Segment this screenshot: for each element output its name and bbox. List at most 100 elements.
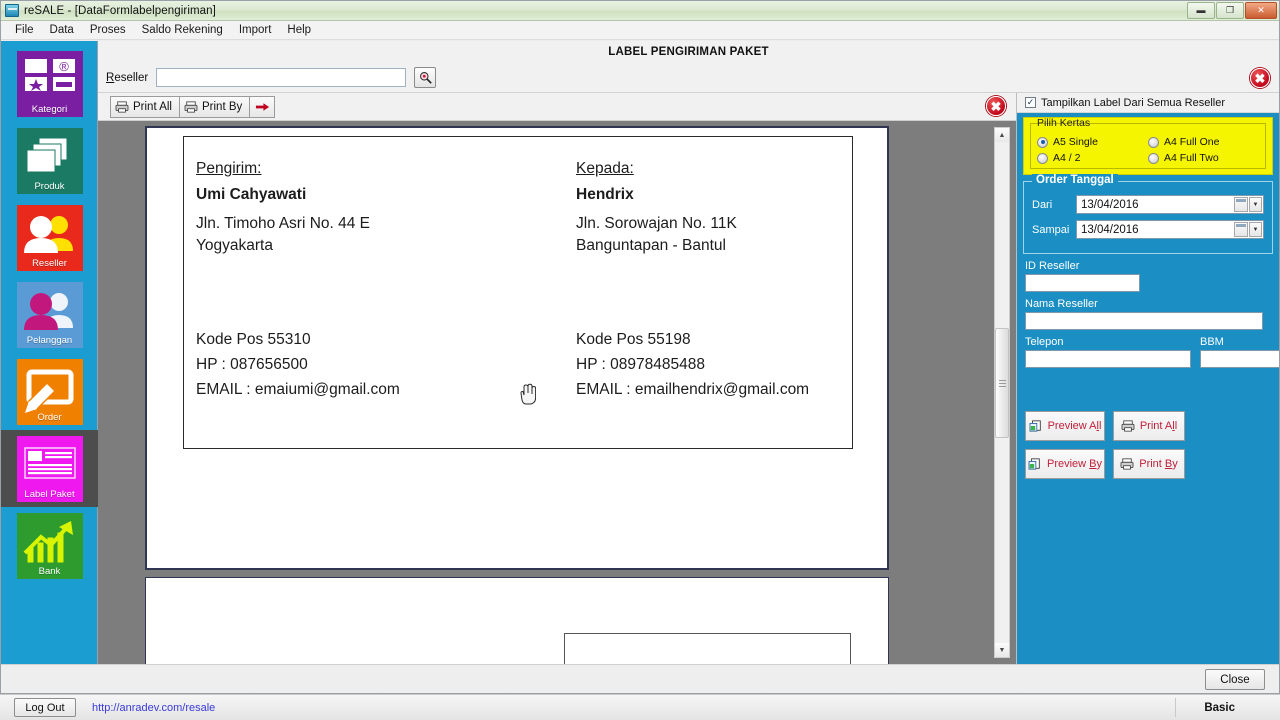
sidebar-item-label: Label Paket <box>24 488 75 500</box>
minimize-button[interactable]: ▬ <box>1187 2 1215 19</box>
preview-pane: Print All Print By ✖ Pengirim: Umi Cahya… <box>98 93 1017 664</box>
radio-a4-full-one[interactable]: A4 Full One <box>1148 136 1259 148</box>
preview-icon <box>1029 420 1041 432</box>
export-button[interactable] <box>249 95 276 118</box>
date-to-label: Sampai <box>1032 223 1070 236</box>
status-bar: Log Out http://anradev.com/resale Basic <box>0 694 1280 720</box>
print-by-toolbar-button[interactable]: Print By <box>179 95 251 118</box>
date-from-field[interactable]: 13/04/2016 ▼ <box>1076 195 1264 214</box>
page-title: LABEL PENGIRIMAN PAKET <box>608 46 769 58</box>
telepon-bbm-labels: Telepon BBM <box>1017 330 1279 350</box>
menu-item-data[interactable]: Data <box>42 22 82 38</box>
menu-item-import[interactable]: Import <box>231 22 280 38</box>
printer-icon <box>1120 458 1134 470</box>
radio-a4-full-two[interactable]: A4 Full Two <box>1148 152 1259 164</box>
menu-item-help[interactable]: Help <box>279 22 319 38</box>
reseller-label: Reseller <box>106 71 149 84</box>
radio-label: A5 Single <box>1053 136 1098 148</box>
print-all-toolbar-button[interactable]: Print All <box>110 95 180 118</box>
sender-phone: HP : 087656500 <box>196 356 308 373</box>
calendar-icon[interactable] <box>1234 222 1248 237</box>
sidebar-item-label-paket[interactable]: Label Paket <box>1 430 98 507</box>
radio-icon[interactable] <box>1148 152 1159 164</box>
preview-scrollbar[interactable]: ▲ ▼ <box>994 127 1010 658</box>
scrollbar-thumb[interactable] <box>995 328 1009 438</box>
bbm-input[interactable] <box>1200 350 1279 368</box>
sidebar-item-produk[interactable]: Produk <box>1 122 98 199</box>
status-divider <box>1175 698 1176 717</box>
preview-by-button[interactable]: Preview By <box>1025 449 1105 479</box>
nama-reseller-input[interactable] <box>1025 312 1263 330</box>
preview-icon <box>1028 458 1040 470</box>
print-all-button[interactable]: Print All <box>1113 411 1185 441</box>
logout-button[interactable]: Log Out <box>14 698 76 717</box>
maximize-button[interactable]: ❐ <box>1216 2 1244 19</box>
menu-item-saldo-rekening[interactable]: Saldo Rekening <box>134 22 231 38</box>
radio-icon[interactable] <box>1037 152 1048 164</box>
printer-icon <box>184 100 198 113</box>
radio-icon[interactable] <box>1037 136 1048 148</box>
screen: reSALE - [DataFormlabelpengiriman] ▬ ❐ ✕… <box>0 0 1280 720</box>
radio-a4-half[interactable]: A4 / 2 <box>1037 152 1148 164</box>
radio-label: A4 Full Two <box>1164 152 1219 164</box>
sidebar-item-label: Order <box>37 411 62 423</box>
sidebar-item-pelanggan[interactable]: Pelanggan <box>1 276 98 353</box>
paper-size-group: Pilih Kertas A5 Single A4 Full One A4 / … <box>1023 117 1273 175</box>
main-window: reSALE - [DataFormlabelpengiriman] ▬ ❐ ✕… <box>0 0 1280 694</box>
order-date-group: Order Tanggal Dari 13/04/2016 ▼ Sampai 1… <box>1023 174 1273 254</box>
sender-block: Pengirim: Umi Cahyawati Jln. Timoho Asri… <box>196 157 526 398</box>
telepon-bbm-inputs <box>1017 350 1279 368</box>
scroll-up-button[interactable]: ▲ <box>995 128 1009 142</box>
show-all-reseller-row[interactable]: ✓ Tampilkan Label Dari Semua Reseller <box>1017 93 1279 113</box>
site-url-link[interactable]: http://anradev.com/resale <box>92 702 215 714</box>
sidebar-item-kategori[interactable]: ® Kategori <box>1 45 98 122</box>
mdi-child-form: LABEL PENGIRIMAN PAKET Reseller ✖ Print … <box>98 41 1279 664</box>
reseller-input[interactable] <box>156 68 407 87</box>
radio-icon[interactable] <box>1148 136 1159 148</box>
sender-email: EMAIL : emaiumi@gmail.com <box>196 381 400 398</box>
telepon-input[interactable] <box>1025 350 1191 368</box>
close-icon: ✕ <box>1257 5 1265 15</box>
sidebar-item-label: Reseller <box>32 257 67 269</box>
calendar-icon[interactable] <box>1234 197 1248 212</box>
chevron-down-icon[interactable]: ▼ <box>1249 197 1262 212</box>
form-close-button[interactable]: ✖ <box>1250 68 1270 88</box>
chevron-down-icon[interactable]: ▼ <box>1249 222 1262 237</box>
preview-all-label: Preview All <box>1047 420 1102 432</box>
reseller-search-button[interactable] <box>414 67 437 88</box>
telepon-label: Telepon <box>1025 336 1064 348</box>
recipient-block: Kepada: Hendrix Jln. Sorowajan No. 11K B… <box>576 157 856 398</box>
form-footer: Close <box>1 664 1279 693</box>
sidebar-item-reseller[interactable]: Reseller <box>1 199 98 276</box>
preview-all-button[interactable]: Preview All <box>1025 411 1105 441</box>
status-mode: Basic <box>1204 701 1235 714</box>
show-all-reseller-checkbox[interactable]: ✓ <box>1025 97 1036 108</box>
date-from-value: 13/04/2016 <box>1081 198 1139 211</box>
svg-text:®: ® <box>59 59 69 74</box>
sidebar-item-bank[interactable]: Bank <box>1 507 98 584</box>
preview-close-button[interactable]: ✖ <box>986 96 1006 116</box>
paper-size-options: A5 Single A4 Full One A4 / 2 A4 Full Two <box>1037 136 1259 164</box>
date-to-field[interactable]: 13/04/2016 ▼ <box>1076 220 1264 239</box>
preview-page-2 <box>145 577 889 664</box>
app-icon <box>5 4 19 17</box>
sidebar-item-order[interactable]: Order <box>1 353 98 430</box>
close-button[interactable]: Close <box>1205 669 1265 690</box>
preview-canvas[interactable]: Pengirim: Umi Cahyawati Jln. Timoho Asri… <box>98 121 1016 664</box>
reseller-filter-bar: Reseller ✖ <box>98 63 1279 93</box>
order-date-title: Order Tanggal <box>1032 174 1118 186</box>
id-reseller-input[interactable] <box>1025 274 1140 292</box>
sender-name: Umi Cahyawati <box>196 186 307 203</box>
sender-city: Yogyakarta <box>196 237 273 254</box>
recipient-phone: HP : 08978485488 <box>576 356 705 373</box>
date-from-buttons: ▼ <box>1234 197 1262 212</box>
search-icon <box>419 72 432 84</box>
id-reseller-label: ID Reseller <box>1025 260 1080 272</box>
print-by-button[interactable]: Print By <box>1113 449 1185 479</box>
radio-a5-single[interactable]: A5 Single <box>1037 136 1148 148</box>
menu-item-file[interactable]: File <box>7 22 42 38</box>
scroll-down-button[interactable]: ▼ <box>995 643 1009 657</box>
sidebar: ® Kategori Produk Reseller Pelanggan Ord… <box>1 41 98 664</box>
close-window-button[interactable]: ✕ <box>1245 2 1277 19</box>
menu-item-proses[interactable]: Proses <box>82 22 134 38</box>
